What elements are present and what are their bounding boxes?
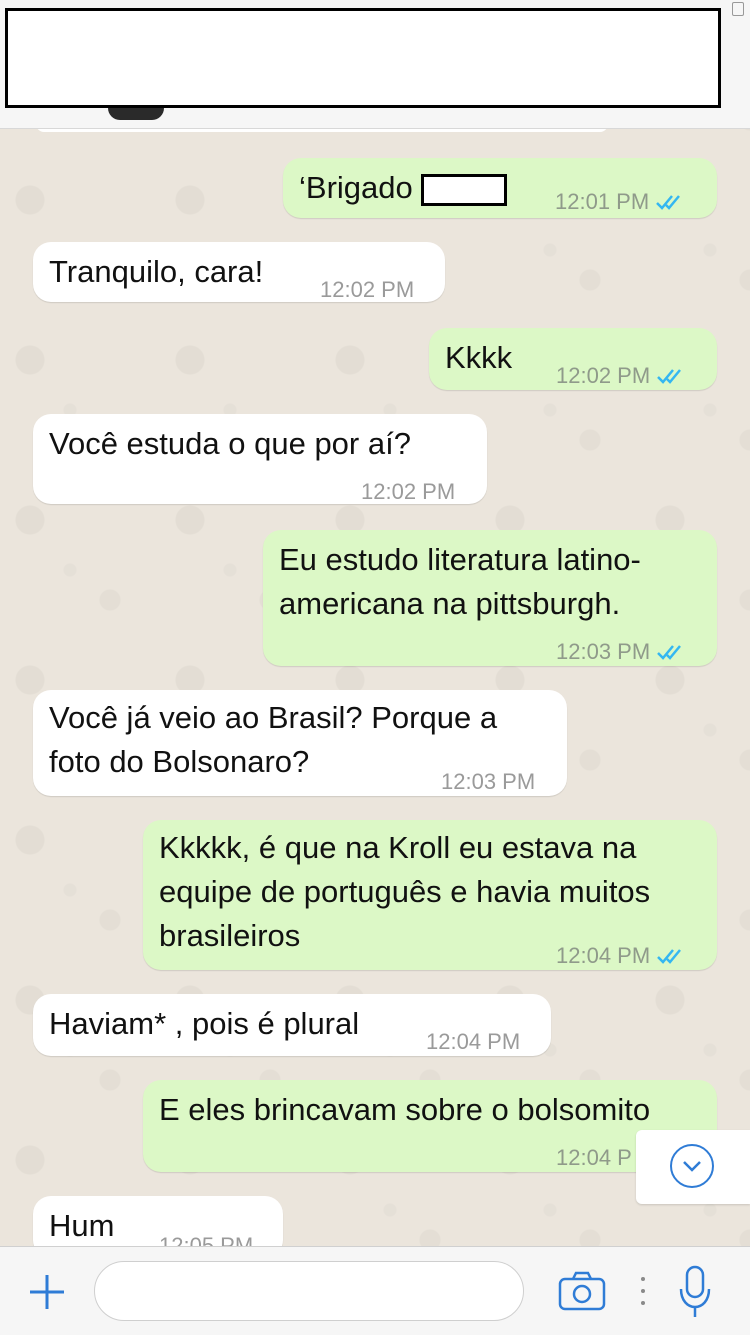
message-time: 12:03 PM xyxy=(441,769,536,794)
read-ticks-icon xyxy=(657,369,682,384)
message-outgoing[interactable]: Eu estudo literatura latino- americana n… xyxy=(263,530,717,666)
message-input[interactable] xyxy=(94,1261,524,1321)
battery-icon xyxy=(732,2,744,16)
message-incoming[interactable]: Haviam* , pois é plural 12:04 PM xyxy=(33,994,551,1056)
message-text: Haviam* , pois é plural xyxy=(49,1006,360,1041)
scroll-to-bottom-button[interactable] xyxy=(636,1130,750,1204)
message-text: Eu estudo literatura latino- americana n… xyxy=(279,542,641,621)
message-incoming[interactable]: Hum 12:05 PM xyxy=(33,1196,283,1246)
camera-icon[interactable] xyxy=(558,1271,606,1311)
message-text: Você estuda o que por aí? xyxy=(49,426,411,461)
message-text: E eles brincavam sobre o bolsomito xyxy=(159,1092,651,1127)
message-text: ‘Brigado xyxy=(299,166,507,210)
message-outgoing[interactable]: E eles brincavam sobre o bolsomito 12:04… xyxy=(143,1080,717,1172)
message-time: 12:04 PM xyxy=(556,943,651,968)
message-meta: 12:01 PM xyxy=(555,180,685,224)
message-outgoing[interactable]: ‘Brigado 12:01 PM xyxy=(283,158,717,218)
read-ticks-icon xyxy=(656,195,681,210)
message-meta: 12:04 PM xyxy=(556,934,686,978)
avatar xyxy=(108,108,164,120)
message-time: 12:05 PM xyxy=(159,1233,254,1246)
composer-bar xyxy=(0,1246,750,1335)
message-meta: 12:02 PM xyxy=(556,354,686,398)
microphone-icon[interactable] xyxy=(678,1265,712,1319)
message-text: Hum xyxy=(49,1208,115,1243)
chat-area[interactable]: ‘Brigado 12:01 PM Tranquilo, cara! 12:02… xyxy=(0,0,750,1246)
message-time: 12:01 PM xyxy=(555,189,650,214)
message-time: 12:04 PM xyxy=(426,1029,521,1054)
plus-icon[interactable] xyxy=(28,1273,66,1311)
message-text: Kkkk xyxy=(445,340,513,375)
redacted-header-box xyxy=(5,8,721,108)
message-meta: 12:03 PM xyxy=(556,630,686,674)
read-ticks-icon xyxy=(657,949,682,964)
message-time: 12:03 PM xyxy=(556,639,651,664)
message-incoming[interactable]: Você estuda o que por aí? 12:02 PM xyxy=(33,414,487,504)
message-time: 12:02 PM xyxy=(361,479,456,504)
message-time: 12:02 PM xyxy=(320,277,415,302)
message-outgoing[interactable]: Kkkk 12:02 PM xyxy=(429,328,717,390)
more-dots-icon[interactable] xyxy=(640,1275,646,1307)
chevron-down-icon xyxy=(670,1144,714,1188)
message-text: Tranquilo, cara! xyxy=(49,254,264,289)
read-ticks-icon xyxy=(657,645,682,660)
message-outgoing[interactable]: Kkkkk, é que na Kroll eu estava na equip… xyxy=(143,820,717,970)
redacted-name-box xyxy=(420,173,507,206)
message-text: Você já veio ao Brasil? Porque a foto do… xyxy=(49,700,498,779)
message-time: 12:04 P xyxy=(556,1145,632,1170)
message-time: 12:02 PM xyxy=(556,363,651,388)
message-incoming[interactable]: Você já veio ao Brasil? Porque a foto do… xyxy=(33,690,567,796)
message-incoming[interactable]: Tranquilo, cara! 12:02 PM xyxy=(33,242,445,302)
